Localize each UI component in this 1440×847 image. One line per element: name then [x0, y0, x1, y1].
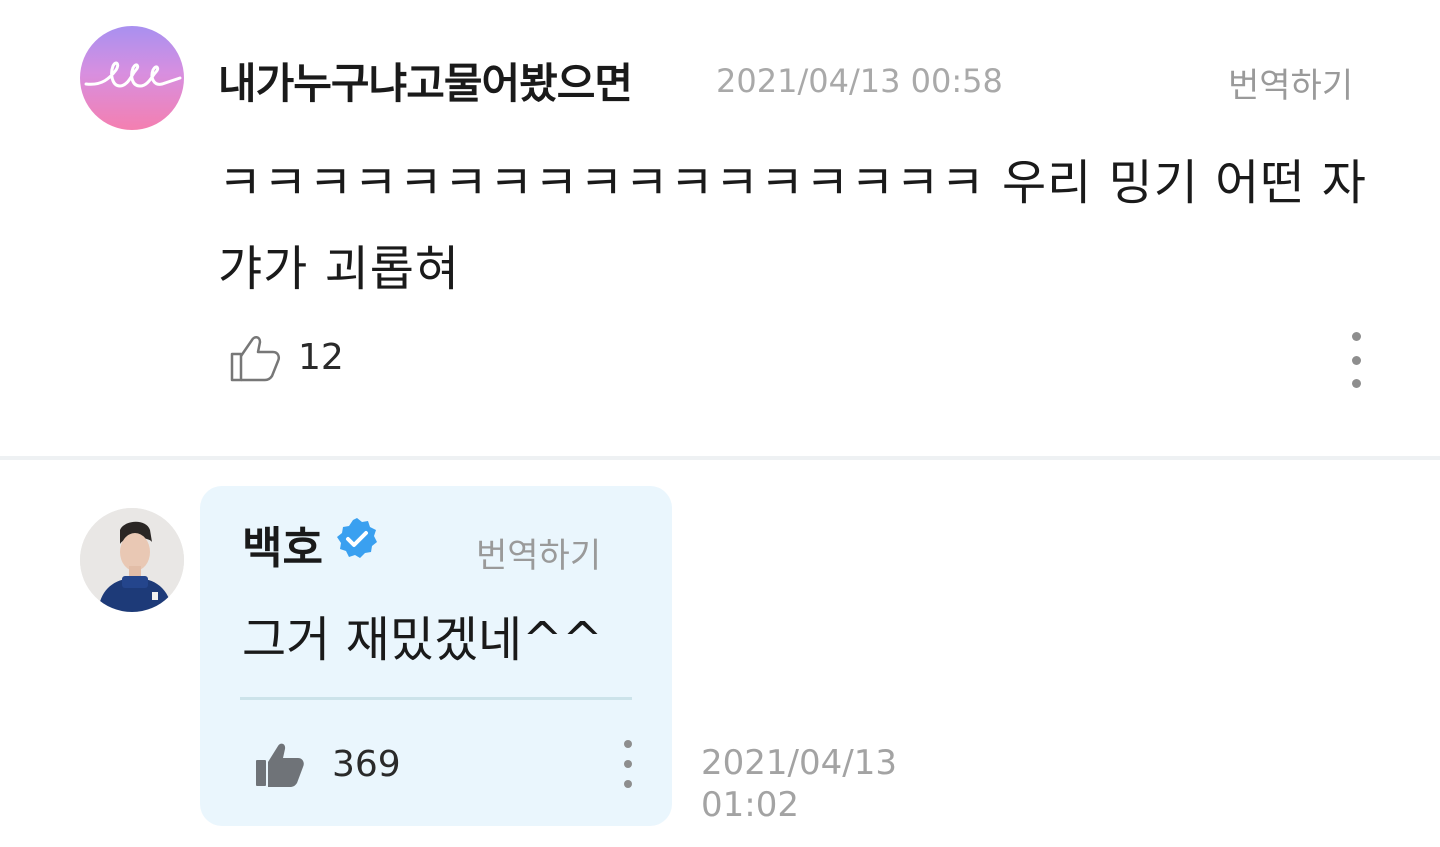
like-button[interactable]: 369: [254, 738, 401, 790]
more-options-button[interactable]: [616, 740, 640, 788]
translate-button[interactable]: 번역하기: [476, 528, 601, 577]
reply-username-label: 백호: [242, 523, 323, 574]
verified-badge-icon: [333, 515, 381, 574]
reply-text: 그거 재밌겠네^^: [242, 612, 603, 668]
more-vertical-icon-dot: [624, 760, 632, 768]
user-avatar[interactable]: [80, 26, 184, 130]
more-vertical-icon-dot: [1351, 355, 1361, 365]
more-vertical-icon-dot: [1351, 332, 1361, 341]
reply-time: 01:02: [701, 785, 799, 825]
translate-button[interactable]: 번역하기: [1228, 58, 1353, 107]
more-vertical-icon-dot: [1351, 379, 1361, 388]
comment-timestamp: 2021/04/13 00:58: [716, 62, 1003, 100]
signature-logo-icon: [84, 61, 182, 88]
comment-username[interactable]: 내가누구냐고물어봤으면: [218, 50, 633, 111]
like-count: 369: [332, 743, 401, 785]
artist-profile-photo: [80, 508, 184, 612]
reply-divider: [240, 697, 632, 700]
artist-avatar[interactable]: [80, 508, 184, 612]
like-button[interactable]: 12: [228, 330, 344, 384]
thumbs-up-filled-icon: [256, 743, 304, 787]
reply-timestamp: 2021/04/13 01:02: [701, 742, 897, 826]
more-vertical-icon-dot: [624, 780, 632, 788]
comment-text: ㅋㅋㅋㅋㅋㅋㅋㅋㅋㅋㅋㅋㅋㅋㅋㅋㅋ 우리 밍기 어떤 자갸가 괴롭혀: [218, 155, 1367, 297]
reply-date: 2021/04/13: [701, 743, 897, 783]
reply-username[interactable]: 백호: [242, 512, 381, 576]
comment-divider: [0, 456, 1440, 460]
more-vertical-icon-dot: [624, 740, 632, 748]
like-count: 12: [298, 336, 344, 378]
thumbs-up-outline-icon: [230, 336, 281, 382]
more-options-button[interactable]: [1344, 332, 1368, 388]
